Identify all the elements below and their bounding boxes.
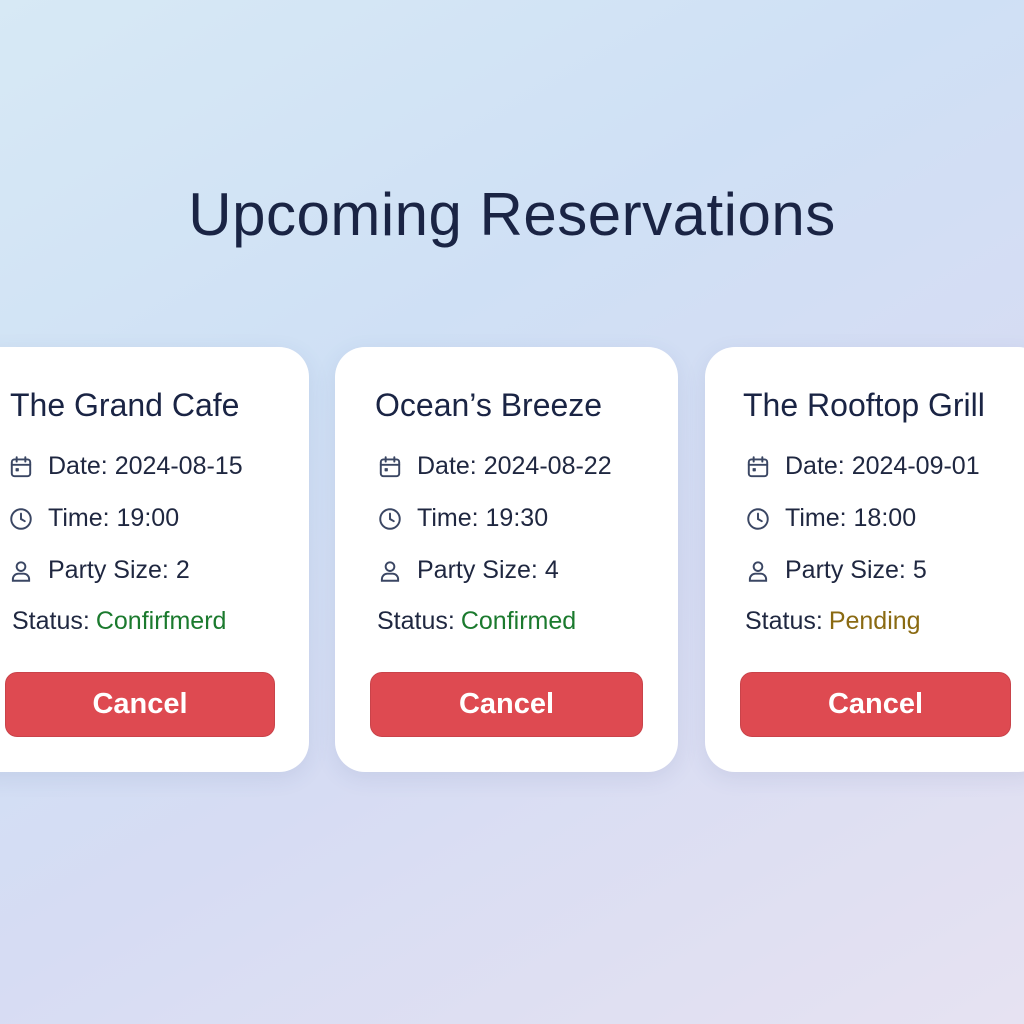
person-icon (748, 560, 768, 582)
party-size-label: Party Size: (48, 556, 169, 584)
status-label: Status: (377, 607, 455, 635)
party-size-label: Party Size: (785, 556, 906, 584)
time-label: Time: (417, 504, 479, 532)
date-value: 2024-09-01 (851, 452, 980, 480)
party-size-row: Party Size: 5 (745, 556, 927, 585)
calendar-icon (10, 455, 32, 477)
status-label: Status: (12, 607, 90, 635)
date-value: 2024-08-22 (483, 452, 612, 480)
clock-icon (10, 507, 32, 530)
date-row: Date: 2024-09-01 (745, 452, 980, 481)
time-label: Time: (48, 504, 110, 532)
status-badge: Confirmed (460, 607, 577, 635)
time-row: Time: 19:30 (377, 504, 548, 533)
cancel-button[interactable]: Cancel (740, 672, 1011, 737)
time-row: Time: 18:00 (745, 504, 916, 533)
clock-icon (747, 507, 769, 530)
date-label: Date: (417, 452, 477, 480)
status-badge: Confirfmerd (95, 607, 227, 635)
date-label: Date: (785, 452, 845, 480)
calendar-icon (747, 455, 769, 477)
time-row: Time: 19:00 (8, 504, 179, 533)
person-icon (11, 560, 31, 582)
page-title: Upcoming Reservations (188, 181, 836, 248)
cancel-button[interactable]: Cancel (370, 672, 643, 737)
time-value: 19:00 (116, 504, 180, 532)
time-value: 18:00 (853, 504, 917, 532)
restaurant-name: The Grand Cafe (10, 387, 240, 423)
status-row: Status: Confirfmerd (12, 607, 226, 636)
party-size-value: 4 (544, 556, 559, 584)
reservation-card: The Rooftop Grill Date: 2024-09-01 Time:… (705, 347, 1024, 772)
party-size-row: Party Size: 2 (8, 556, 190, 585)
calendar-icon (379, 455, 401, 477)
date-value: 2024-08-15 (114, 452, 243, 480)
restaurant-name: Ocean’s Breeze (375, 387, 603, 423)
clock-icon (379, 507, 401, 530)
reservation-card: The Grand Cafe Date: 2024-08-15 Time: 19… (0, 347, 309, 772)
time-label: Time: (785, 504, 847, 532)
date-label: Date: (48, 452, 108, 480)
party-size-label: Party Size: (417, 556, 538, 584)
status-row: Status: Confirmed (377, 607, 576, 636)
status-label: Status: (745, 607, 823, 635)
party-size-value: 2 (175, 556, 190, 584)
date-row: Date: 2024-08-15 (8, 452, 243, 481)
reservation-list: The Grand Cafe Date: 2024-08-15 Time: 19… (0, 347, 1024, 772)
reservation-card: Ocean’s Breeze Date: 2024-08-22 Time: 19… (335, 347, 678, 772)
restaurant-name: The Rooftop Grill (743, 387, 985, 423)
time-value: 19:30 (485, 504, 549, 532)
person-icon (380, 560, 400, 582)
party-size-row: Party Size: 4 (377, 556, 559, 585)
cancel-button[interactable]: Cancel (5, 672, 275, 737)
status-badge: Pending (828, 607, 921, 635)
date-row: Date: 2024-08-22 (377, 452, 612, 481)
party-size-value: 5 (912, 556, 927, 584)
status-row: Status: Pending (745, 607, 921, 636)
